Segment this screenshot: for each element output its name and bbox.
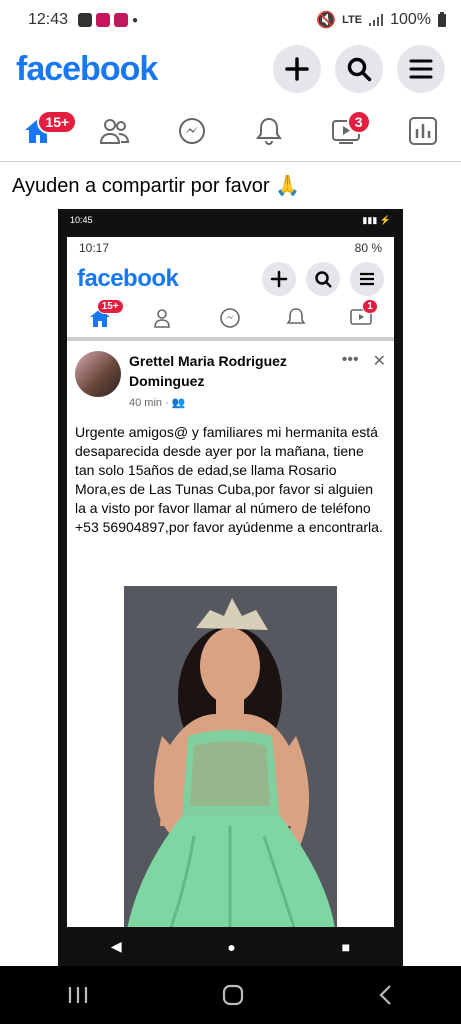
main-tabs: 15+ 3 [0, 100, 461, 162]
create-button[interactable] [273, 45, 321, 93]
hamburger-icon [409, 59, 433, 79]
more-options-icon: ••• [341, 351, 359, 368]
inner-home-badge: 15+ [96, 299, 124, 314]
home-button-icon[interactable] [221, 983, 245, 1007]
video-badge: 3 [346, 109, 371, 134]
shared-screenshot[interactable]: 10:45 ▮▮▮ ⚡ 10:17 80 % facebook 15+ 1 Gr… [58, 209, 403, 966]
inner-home-icon: 15+ [85, 299, 124, 333]
inner-friends-icon [150, 303, 180, 333]
status-bar: 12:43 ● 🔇 LTE 100% [0, 0, 461, 40]
facebook-logo[interactable]: facebook [16, 50, 158, 89]
network-label: LTE [342, 14, 363, 26]
back-triangle-icon: ◀ [110, 938, 122, 954]
notification-icon [114, 13, 129, 27]
inner-video-badge: 1 [362, 299, 378, 314]
app-header: facebook [0, 40, 461, 98]
post-time: 40 min [129, 397, 163, 409]
mute-icon: 🔇 [316, 12, 337, 29]
post-author: Grettel Maria Rodriguez Dominguez [129, 353, 287, 389]
search-button[interactable] [335, 45, 383, 93]
battery-label: 100% [390, 11, 431, 28]
messenger-icon [179, 117, 206, 144]
inner-bell-icon [281, 303, 311, 333]
notification-icon [78, 13, 93, 27]
tab-video[interactable]: 3 [321, 106, 371, 156]
post-caption: Ayuden a compartir por favor 🙏 [12, 175, 300, 197]
inner-status-bar: 10:17 80 % [67, 237, 394, 259]
home-circle-icon: ● [227, 938, 236, 955]
recents-square-icon: ■ [341, 938, 351, 955]
signal-icon [369, 14, 384, 26]
inner-battery: 80 % [354, 241, 382, 255]
avatar [75, 351, 121, 397]
search-icon [347, 57, 372, 82]
dot-icon: ● [132, 14, 139, 26]
post-text: Urgente amigos@ y familiares mi hermanit… [75, 424, 383, 535]
post-header: Grettel Maria Rodriguez Dominguez 40 min… [67, 341, 394, 413]
notification-icon [96, 13, 111, 27]
screenshot-outer-time: 10:45 [70, 215, 93, 225]
screenshot-status-bar: 10:45 ▮▮▮ ⚡ [58, 209, 403, 231]
inner-video-icon: 1 [346, 299, 378, 333]
inner-menu-icon [350, 262, 384, 296]
status-time: 12:43 [28, 11, 69, 28]
close-icon: ✕ [372, 353, 386, 370]
tab-messenger[interactable] [167, 106, 217, 156]
inner-plus-icon [262, 262, 296, 296]
bell-icon [255, 117, 282, 145]
menu-button[interactable] [397, 45, 445, 93]
back-icon[interactable] [376, 983, 396, 1007]
inner-messenger-icon [215, 303, 245, 333]
tab-friends[interactable] [90, 106, 140, 156]
recents-icon[interactable] [66, 984, 90, 1006]
tab-dashboard[interactable] [398, 106, 448, 156]
friends-icon [100, 118, 130, 144]
battery-icon [438, 12, 446, 27]
screenshot-content: 10:17 80 % facebook 15+ 1 Grettel Maria … [67, 237, 394, 927]
home-badge: 15+ [37, 109, 78, 134]
inner-header: facebook [67, 259, 394, 299]
post-photo [124, 586, 337, 927]
screenshot-battery-icon: ▮▮▮ ⚡ [362, 214, 391, 225]
dashboard-icon [408, 116, 437, 145]
screenshot-nav-bar: ◀ ● ■ [58, 927, 403, 966]
inner-facebook-logo: facebook [77, 265, 179, 292]
inner-search-icon [306, 262, 340, 296]
plus-icon [285, 57, 309, 81]
tab-home[interactable]: 15+ [13, 106, 78, 156]
inner-time: 10:17 [79, 241, 110, 255]
tab-notifications[interactable] [244, 106, 294, 156]
system-nav-bar [0, 966, 461, 1024]
friends-audience-icon: 👥 [171, 397, 186, 409]
inner-tabs: 15+ 1 [67, 299, 394, 341]
